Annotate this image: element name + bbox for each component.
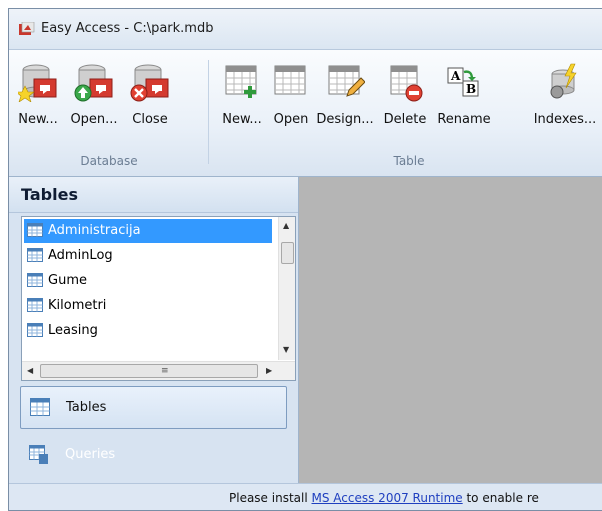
table-rename-icon: A B — [447, 67, 479, 97]
open-database-label: Open... — [70, 112, 118, 127]
list-item[interactable]: Kilometri — [24, 294, 272, 318]
tables-header: Tables — [9, 177, 298, 213]
status-suffix: to enable re — [462, 491, 539, 505]
vertical-scroll-thumb[interactable] — [281, 242, 294, 264]
svg-text:A: A — [450, 69, 461, 83]
status-message: Please install MS Access 2007 Runtime to… — [229, 491, 539, 505]
new-table-button[interactable]: New... — [215, 62, 269, 148]
queries-nav-button[interactable]: Queries — [20, 441, 285, 471]
tables-nav-button[interactable]: Tables — [20, 386, 287, 429]
database-new-icon — [15, 64, 57, 103]
status-prefix: Please install — [229, 491, 312, 505]
horizontal-scroll-thumb[interactable]: ≡ — [40, 364, 258, 378]
rename-table-button[interactable]: A B Rename — [433, 62, 495, 148]
scroll-down-arrow-icon[interactable]: ▼ — [283, 345, 289, 354]
list-item[interactable]: AdminLog — [24, 244, 272, 268]
scroll-right-arrow-icon[interactable]: ▶ — [266, 366, 272, 375]
rename-table-label: Rename — [437, 112, 491, 127]
close-database-button[interactable]: Close — [123, 62, 177, 148]
app-window: Easy Access - C:\park.mdb New... Open...… — [8, 8, 602, 511]
list-item-label: Gume — [48, 273, 87, 288]
table-icon — [27, 248, 43, 262]
list-item-label: Leasing — [48, 323, 98, 338]
vertical-scrollbar[interactable]: ▲ ▼ — [278, 217, 295, 360]
tables-list[interactable]: Administracija AdminLog Gume Kilometri L… — [21, 216, 296, 381]
database-open-icon — [74, 64, 113, 102]
svg-text:B: B — [466, 82, 476, 96]
horizontal-scrollbar[interactable]: ◀ ≡ ▶ — [22, 361, 295, 380]
query-icon — [29, 445, 48, 464]
new-database-button[interactable]: New... — [11, 62, 65, 148]
app-icon — [19, 22, 35, 35]
table-new-icon — [225, 65, 257, 98]
open-table-label: Open — [273, 112, 309, 127]
table-icon — [27, 273, 43, 287]
design-table-button[interactable]: Design... — [314, 62, 376, 148]
scroll-grip-icon: ≡ — [161, 366, 169, 376]
table-design-icon — [328, 65, 366, 97]
runtime-install-link[interactable]: MS Access 2007 Runtime — [312, 491, 463, 505]
queries-nav-label: Queries — [65, 447, 116, 462]
table-icon — [27, 323, 43, 337]
list-item-label: Administracija — [48, 223, 141, 238]
ribbon-toolbar: New... Open... Close Database New... Ope… — [9, 50, 602, 177]
scroll-left-arrow-icon[interactable]: ◀ — [27, 366, 33, 375]
table-icon — [27, 223, 43, 237]
tables-nav-label: Tables — [66, 400, 107, 415]
new-table-label: New... — [222, 112, 262, 127]
list-item[interactable]: Administracija — [24, 219, 272, 243]
list-item[interactable]: Gume — [24, 269, 272, 293]
status-bar: Please install MS Access 2007 Runtime to… — [9, 483, 602, 510]
ribbon-group-divider — [208, 60, 209, 164]
database-close-icon — [130, 64, 169, 102]
database-group-label: Database — [80, 154, 138, 168]
table-open-icon — [274, 65, 306, 95]
indexes-label: Indexes... — [533, 112, 597, 127]
new-database-label: New... — [18, 112, 58, 127]
delete-table-button[interactable]: Delete — [380, 62, 430, 148]
window-title: Easy Access - C:\park.mdb — [41, 21, 214, 36]
open-database-button[interactable]: Open... — [67, 62, 121, 148]
title-bar[interactable]: Easy Access - C:\park.mdb — [9, 9, 602, 50]
open-table-button[interactable]: Open — [271, 62, 311, 148]
table-icon — [27, 298, 43, 312]
close-database-label: Close — [132, 112, 168, 127]
tables-title: Tables — [21, 185, 78, 204]
indexes-icon — [550, 63, 577, 99]
scroll-up-arrow-icon[interactable]: ▲ — [283, 221, 289, 230]
delete-table-label: Delete — [383, 112, 427, 127]
list-item-label: AdminLog — [48, 248, 113, 263]
list-item-label: Kilometri — [48, 298, 107, 313]
table-group-label: Table — [393, 154, 425, 168]
table-icon — [30, 398, 50, 416]
table-delete-icon — [390, 65, 423, 102]
workspace-area — [299, 177, 602, 483]
list-item[interactable]: Leasing — [24, 319, 272, 343]
indexes-button[interactable]: Indexes... — [531, 62, 599, 148]
design-table-label: Design... — [316, 112, 374, 127]
navigation-pane: Tables Administracija AdminLog Gume Kilo… — [9, 177, 299, 483]
